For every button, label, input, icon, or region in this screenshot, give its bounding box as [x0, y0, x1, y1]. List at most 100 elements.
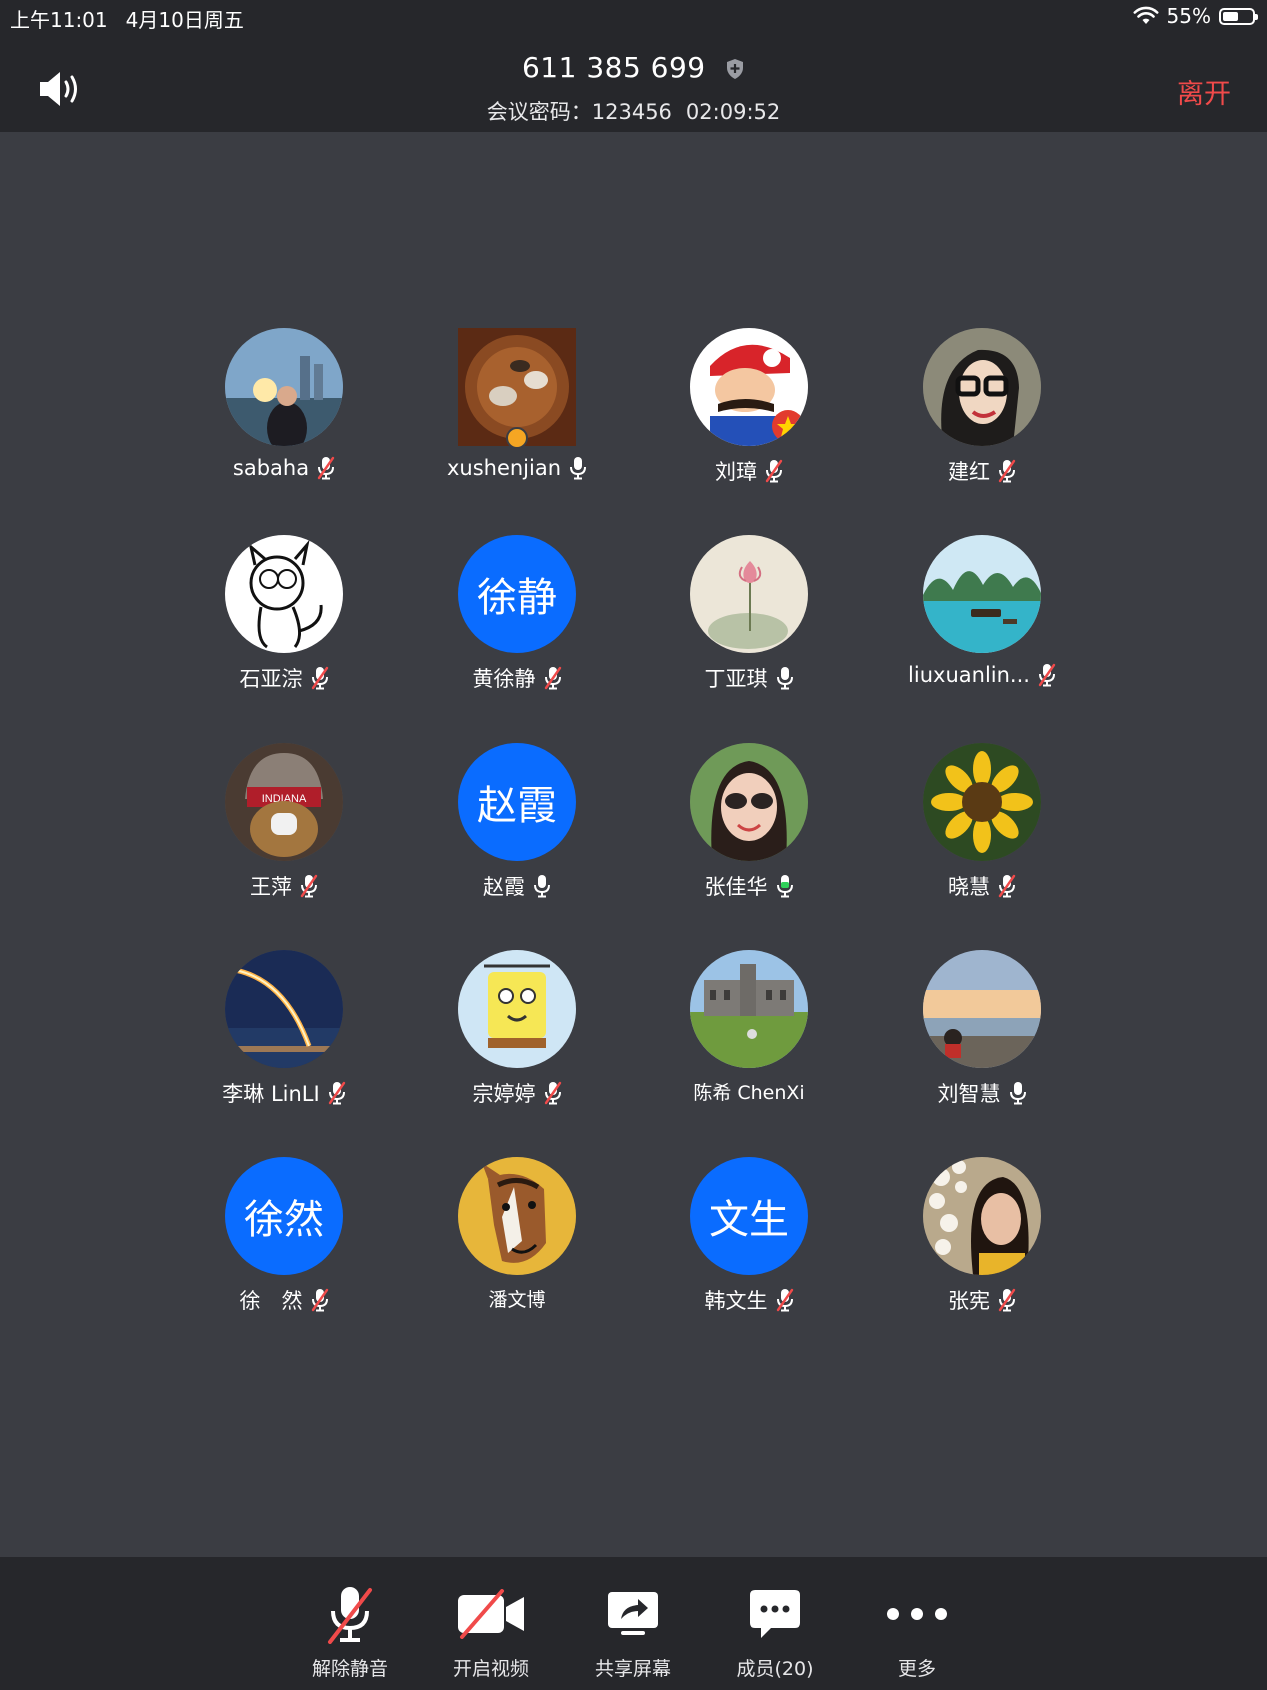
mic-muted-icon	[544, 1081, 562, 1105]
start-video-label: 开启视频	[452, 1658, 529, 1680]
participant-avatar	[690, 328, 808, 446]
participant-tile[interactable]: INDIANA 王萍	[168, 743, 400, 913]
participant-name: 赵霞	[483, 875, 525, 899]
participant-name: 张宪	[948, 1289, 990, 1313]
participant-avatar: 徐然	[225, 1157, 343, 1275]
mic-muted-icon	[1038, 663, 1056, 687]
host-badge-icon	[506, 427, 528, 449]
participant-name-row: 张宪	[948, 1285, 1016, 1315]
participant-name: 李琳 LinLI	[222, 1082, 320, 1106]
participant-avatar	[923, 328, 1041, 446]
participant-tile[interactable]: 刘智慧	[866, 950, 1098, 1120]
mic-muted-icon	[317, 456, 335, 480]
participant-avatar	[225, 535, 343, 653]
participant-avatar	[458, 950, 576, 1068]
avatar-image	[923, 743, 1041, 861]
participant-name-row: 李琳 LinLI	[222, 1078, 345, 1108]
participant-tile[interactable]: 徐静黄徐静	[401, 535, 633, 705]
participant-avatar	[690, 950, 808, 1068]
participant-name-row: liuxuanlin...	[908, 663, 1056, 687]
video-off-icon	[458, 1589, 524, 1639]
members-button[interactable]: 成员(20)	[715, 1582, 835, 1681]
mic-icon	[569, 456, 587, 480]
participant-tile[interactable]: 赵霞 赵霞	[401, 743, 633, 913]
participant-name-row: 赵霞	[483, 871, 551, 901]
participant-tile[interactable]: 陈希 ChenXi	[633, 950, 865, 1120]
avatar-image	[690, 743, 808, 861]
mic-muted-icon	[311, 666, 329, 690]
participant-name-row: 刘智慧	[938, 1078, 1027, 1108]
mic-muted-icon	[300, 874, 318, 898]
participant-name: 潘文博	[488, 1289, 546, 1311]
participant-name: xushenjian	[446, 456, 562, 480]
more-dots-icon	[887, 1608, 947, 1620]
mic-muted-icon	[998, 1288, 1016, 1312]
participant-name-row: 黄徐静	[473, 663, 562, 693]
participant-tile[interactable]: 丁亚琪	[633, 535, 865, 705]
participant-name-row: 徐 然	[240, 1285, 329, 1315]
mic-muted-icon	[998, 874, 1016, 898]
avatar-image	[690, 950, 808, 1068]
mic-icon	[533, 874, 551, 898]
participant-avatar: 文生	[690, 1157, 808, 1275]
participant-name: sabaha	[232, 456, 310, 480]
participant-tile[interactable]: 宗婷婷	[401, 950, 633, 1120]
participant-name: 石亚淙	[239, 667, 303, 691]
mic-icon	[1009, 1081, 1027, 1105]
chat-bubble-icon	[750, 1590, 800, 1638]
mic-off-icon	[328, 1587, 372, 1644]
participant-name-row: xushenjian	[447, 456, 587, 480]
participant-tile[interactable]: 刘璋	[633, 328, 865, 498]
participant-tile[interactable]: xushenjian	[401, 328, 633, 498]
more-button[interactable]: 更多	[857, 1582, 977, 1681]
participant-avatar	[458, 328, 576, 449]
participant-avatar: 徐静	[458, 535, 576, 653]
participant-tile[interactable]: 张佳华	[633, 743, 865, 913]
participant-name-row: 张佳华	[705, 871, 794, 901]
mic-muted-icon	[998, 459, 1016, 483]
members-label: 成员(20)	[736, 1658, 814, 1680]
participant-name-row: 王萍	[250, 871, 318, 901]
mic-muted-icon	[311, 1288, 329, 1312]
participant-tile[interactable]: 李琳 LinLI	[168, 950, 400, 1120]
participant-name-row: 刘璋	[715, 456, 783, 486]
participant-avatar	[923, 950, 1041, 1068]
participant-tile[interactable]: sabaha	[168, 328, 400, 498]
share-screen-button[interactable]: 共享屏幕	[573, 1582, 693, 1681]
avatar-initials: 徐静	[477, 575, 557, 621]
avatar-image	[458, 950, 576, 1068]
participant-tile[interactable]: 潘文博	[401, 1157, 633, 1327]
participant-avatar	[923, 1157, 1041, 1275]
avatar-image	[923, 328, 1041, 446]
avatar-initials: 徐然	[244, 1197, 324, 1243]
participant-tile[interactable]: 石亚淙	[168, 535, 400, 705]
participant-name-row: 石亚淙	[240, 663, 329, 693]
participant-tile[interactable]: 文生 韩文生	[633, 1157, 865, 1327]
mic-icon	[776, 874, 794, 898]
unmute-button[interactable]: 解除静音	[290, 1582, 410, 1681]
avatar-image: INDIANA	[225, 743, 343, 861]
avatar-image	[923, 1157, 1041, 1275]
participant-tile[interactable]: 张宪	[866, 1157, 1098, 1327]
participant-name: 宗婷婷	[472, 1082, 536, 1106]
participant-tile[interactable]: 徐然徐 然	[168, 1157, 400, 1327]
participant-grid: sabaha xushenjian 刘璋 建红 石亚淙 徐静 黄徐静 丁亚琪 liuxuanli…	[0, 0, 1267, 1690]
participant-tile[interactable]: liuxuanlin...	[866, 535, 1098, 705]
participant-name-row: 晓慧	[948, 871, 1016, 901]
participant-name-row: 陈希 ChenXi	[693, 1078, 804, 1105]
participant-name-row: 丁亚琪	[705, 663, 794, 693]
avatar-image	[690, 535, 808, 653]
mic-muted-icon	[776, 1288, 794, 1312]
participant-name: 黄徐静	[472, 667, 536, 691]
participant-tile[interactable]: 晓慧	[866, 743, 1098, 913]
start-video-button[interactable]: 开启视频	[431, 1582, 551, 1681]
participant-name-row: 潘文博	[488, 1285, 545, 1312]
avatar-initials: 文生	[709, 1197, 789, 1243]
participant-name: 晓慧	[948, 875, 990, 899]
more-label: 更多	[897, 1658, 936, 1680]
share-screen-icon	[608, 1592, 658, 1635]
participant-tile[interactable]: 建红	[866, 328, 1098, 498]
mic-muted-icon	[765, 459, 783, 483]
participant-name: 刘璋	[715, 460, 757, 484]
avatar-image	[690, 328, 808, 446]
